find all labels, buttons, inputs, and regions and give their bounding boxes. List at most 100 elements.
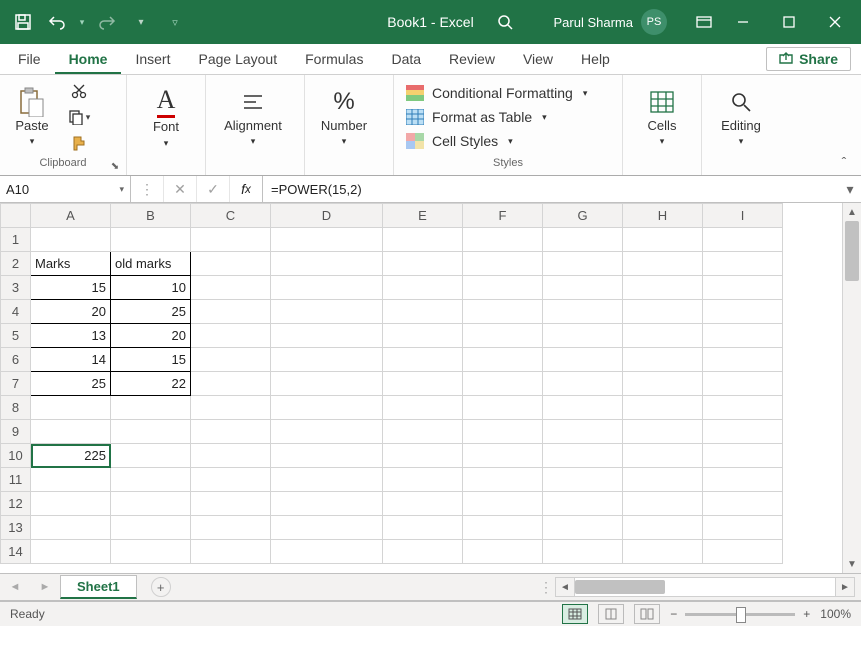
insert-function-button[interactable]: fx xyxy=(230,176,263,202)
cell-B7[interactable]: 22 xyxy=(111,372,191,396)
cell-F5[interactable] xyxy=(463,324,543,348)
cell-C4[interactable] xyxy=(191,300,271,324)
row-header-10[interactable]: 10 xyxy=(1,444,31,468)
cell-E13[interactable] xyxy=(383,516,463,540)
cell-E9[interactable] xyxy=(383,420,463,444)
formula-input[interactable]: =POWER(15,2) xyxy=(263,176,839,202)
scroll-thumb[interactable] xyxy=(575,580,665,594)
cell-B10[interactable] xyxy=(111,444,191,468)
cell-H4[interactable] xyxy=(623,300,703,324)
cell-I3[interactable] xyxy=(703,276,783,300)
zoom-thumb[interactable] xyxy=(736,607,746,623)
col-header-A[interactable]: A xyxy=(31,204,111,228)
cell-B12[interactable] xyxy=(111,492,191,516)
tab-splitter[interactable]: ⋮ xyxy=(539,579,549,596)
cell-A7[interactable]: 25 xyxy=(31,372,111,396)
cell-F12[interactable] xyxy=(463,492,543,516)
tab-review[interactable]: Review xyxy=(435,45,509,74)
col-header-I[interactable]: I xyxy=(703,204,783,228)
cell-D3[interactable] xyxy=(271,276,383,300)
cell-F9[interactable] xyxy=(463,420,543,444)
font-dropdown[interactable]: AFont▾ xyxy=(135,84,197,150)
scroll-down-icon[interactable]: ▼ xyxy=(843,555,861,573)
cell-C6[interactable] xyxy=(191,348,271,372)
cell-E12[interactable] xyxy=(383,492,463,516)
cell-G8[interactable] xyxy=(543,396,623,420)
cell-I9[interactable] xyxy=(703,420,783,444)
cell-H7[interactable] xyxy=(623,372,703,396)
cell-A11[interactable] xyxy=(31,468,111,492)
cell-I8[interactable] xyxy=(703,396,783,420)
cell-D2[interactable] xyxy=(271,252,383,276)
cell-D11[interactable] xyxy=(271,468,383,492)
cut-button[interactable] xyxy=(66,80,92,102)
row-header-6[interactable]: 6 xyxy=(1,348,31,372)
cell-A8[interactable] xyxy=(31,396,111,420)
cell-D9[interactable] xyxy=(271,420,383,444)
cell-G9[interactable] xyxy=(543,420,623,444)
cell-D13[interactable] xyxy=(271,516,383,540)
qat-customize-icon[interactable]: ▾ xyxy=(126,7,156,37)
cell-A5[interactable]: 13 xyxy=(31,324,111,348)
cell-E1[interactable] xyxy=(383,228,463,252)
cell-D14[interactable] xyxy=(271,540,383,564)
cell-B13[interactable] xyxy=(111,516,191,540)
cell-D5[interactable] xyxy=(271,324,383,348)
view-normal-button[interactable] xyxy=(562,604,588,624)
cell-A3[interactable]: 15 xyxy=(31,276,111,300)
cell-I4[interactable] xyxy=(703,300,783,324)
cell-E7[interactable] xyxy=(383,372,463,396)
cell-A13[interactable] xyxy=(31,516,111,540)
cell-F8[interactable] xyxy=(463,396,543,420)
col-header-D[interactable]: D xyxy=(271,204,383,228)
row-header-5[interactable]: 5 xyxy=(1,324,31,348)
tab-view[interactable]: View xyxy=(509,45,567,74)
tab-data[interactable]: Data xyxy=(377,45,435,74)
enter-formula-button[interactable]: ✓ xyxy=(197,176,230,202)
conditional-formatting-button[interactable]: Conditional Formatting▾ xyxy=(402,83,591,103)
row-header-8[interactable]: 8 xyxy=(1,396,31,420)
cell-E14[interactable] xyxy=(383,540,463,564)
cell-B4[interactable]: 25 xyxy=(111,300,191,324)
cell-G7[interactable] xyxy=(543,372,623,396)
cell-I11[interactable] xyxy=(703,468,783,492)
cells-dropdown[interactable]: Cells▾ xyxy=(631,84,693,150)
share-button[interactable]: Share xyxy=(766,47,851,71)
cell-A14[interactable] xyxy=(31,540,111,564)
cell-C13[interactable] xyxy=(191,516,271,540)
cell-D1[interactable] xyxy=(271,228,383,252)
cell-F10[interactable] xyxy=(463,444,543,468)
cell-D6[interactable] xyxy=(271,348,383,372)
cell-E5[interactable] xyxy=(383,324,463,348)
cell-I12[interactable] xyxy=(703,492,783,516)
cell-F4[interactable] xyxy=(463,300,543,324)
cell-F3[interactable] xyxy=(463,276,543,300)
row-header-1[interactable]: 1 xyxy=(1,228,31,252)
cell-E11[interactable] xyxy=(383,468,463,492)
cell-H5[interactable] xyxy=(623,324,703,348)
scroll-right-icon[interactable]: ► xyxy=(835,577,855,597)
cell-G2[interactable] xyxy=(543,252,623,276)
expand-formula-bar-icon[interactable]: ▾ xyxy=(839,176,861,202)
save-icon[interactable] xyxy=(8,7,38,37)
cell-C8[interactable] xyxy=(191,396,271,420)
qat-overflow-icon[interactable]: ▿ xyxy=(160,7,190,37)
dialog-launcher-icon[interactable]: ⬊ xyxy=(108,161,122,175)
cell-C7[interactable] xyxy=(191,372,271,396)
cell-I1[interactable] xyxy=(703,228,783,252)
cell-C1[interactable] xyxy=(191,228,271,252)
horizontal-scrollbar[interactable]: ◄ ► xyxy=(555,577,855,597)
cell-H13[interactable] xyxy=(623,516,703,540)
cell-C2[interactable] xyxy=(191,252,271,276)
cell-C14[interactable] xyxy=(191,540,271,564)
cell-F1[interactable] xyxy=(463,228,543,252)
close-button[interactable] xyxy=(813,7,857,37)
cell-C11[interactable] xyxy=(191,468,271,492)
col-header-C[interactable]: C xyxy=(191,204,271,228)
cell-H2[interactable] xyxy=(623,252,703,276)
cell-F2[interactable] xyxy=(463,252,543,276)
tab-file[interactable]: File xyxy=(4,45,55,74)
row-header-11[interactable]: 11 xyxy=(1,468,31,492)
scroll-up-icon[interactable]: ▲ xyxy=(843,203,861,221)
cell-C9[interactable] xyxy=(191,420,271,444)
